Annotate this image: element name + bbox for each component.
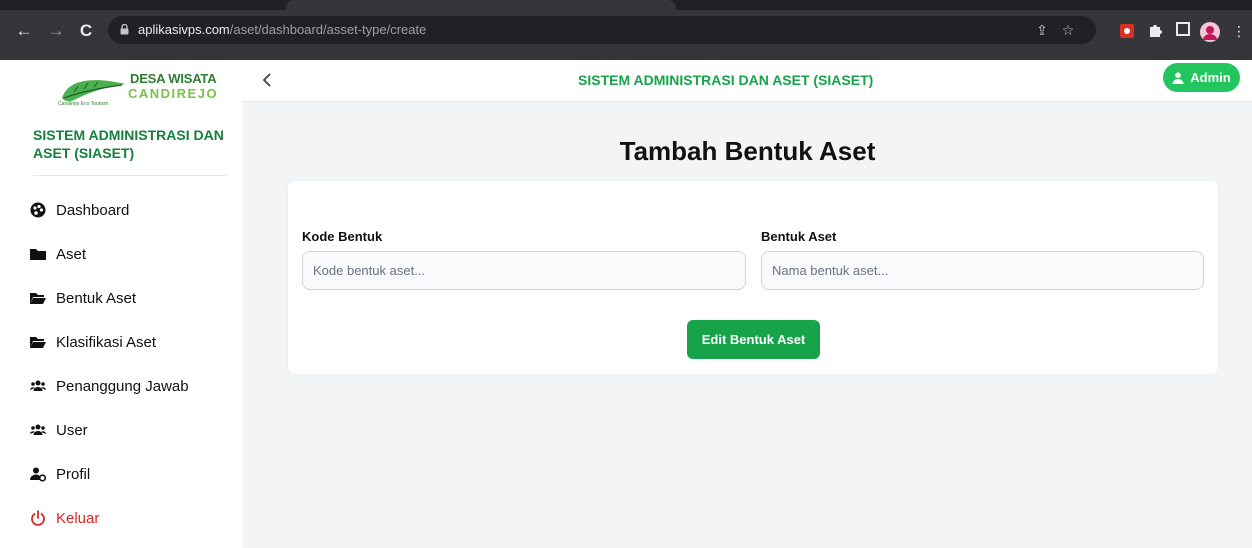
reload-icon[interactable]: C <box>76 21 96 41</box>
admin-user-label: Admin <box>1190 70 1231 85</box>
palette-icon <box>30 202 46 218</box>
sidebar-item-label: Bentuk Aset <box>56 289 137 307</box>
tab-strip <box>0 0 1252 10</box>
url-path: /aset/dashboard/asset-type/create <box>229 22 427 37</box>
sidebar-item-klasifikasi-aset[interactable]: Klasifikasi Aset <box>30 329 230 355</box>
kebab-menu-icon[interactable]: ⋮ <box>1232 22 1246 40</box>
sidebar-item-penanggung-jawab[interactable]: Penanggung Jawab <box>30 373 230 399</box>
page-title: Tambah Bentuk Aset <box>619 136 876 166</box>
folder-icon <box>30 249 46 260</box>
user-gear-icon <box>30 467 46 482</box>
form-card: Kode Bentuk Bentuk Aset Edit Bentuk Aset <box>287 180 1219 375</box>
forward-arrow-icon[interactable]: → <box>46 21 66 41</box>
sidebar-item-keluar[interactable]: Keluar <box>30 505 230 531</box>
collapse-sidebar-chevron-icon[interactable] <box>259 68 275 92</box>
users-icon <box>30 424 46 435</box>
side-panel-icon[interactable] <box>1174 22 1192 40</box>
address-bar[interactable]: aplikasivps.com/aset/dashboard/asset-typ… <box>108 16 1096 44</box>
sidebar-item-label: Penanggung Jawab <box>56 377 189 395</box>
brand-tagline: Candirejo Eco Tourism <box>58 101 109 107</box>
sidebar-item-label: Klasifikasi Aset <box>56 333 157 351</box>
brand-line1: DESA WISATA <box>130 71 217 86</box>
submit-button[interactable]: Edit Bentuk Aset <box>687 320 820 359</box>
header-title: SISTEM ADMINISTRASI DAN ASET (SIASET) <box>578 72 874 88</box>
app-header: SISTEM ADMINISTRASI DAN ASET (SIASET) Ad… <box>243 60 1252 102</box>
sidebar-item-label: Dashboard <box>56 201 130 219</box>
power-icon <box>31 510 45 526</box>
extension-red-icon[interactable] <box>1118 22 1136 40</box>
app: DESA WISATA CANDIREJO Candirejo Eco Tour… <box>0 60 1252 548</box>
name-field-label: Bentuk Aset <box>761 229 837 244</box>
profile-avatar-icon[interactable] <box>1200 22 1220 42</box>
user-icon <box>1172 71 1184 84</box>
sidebar: DESA WISATA CANDIREJO Candirejo Eco Tour… <box>0 60 243 548</box>
folder-open-icon <box>30 337 46 348</box>
url-text: aplikasivps.com/aset/dashboard/asset-typ… <box>138 22 426 37</box>
browser-toolbar: ← → C aplikasivps.com/aset/dashboard/ass… <box>0 10 1252 60</box>
bookmark-star-icon[interactable]: ☆ <box>1060 22 1076 38</box>
leaf-logo-icon <box>62 80 126 102</box>
code-input[interactable] <box>302 251 746 290</box>
sidebar-system-title: SISTEM ADMINISTRASI DAN ASET (SIASET) <box>33 127 224 161</box>
sidebar-divider <box>33 175 226 176</box>
sidebar-item-label: Aset <box>56 245 87 263</box>
sidebar-item-label: Profil <box>56 465 91 483</box>
sidebar-item-label: Keluar <box>56 509 100 527</box>
brand-line2: CANDIREJO <box>128 86 219 101</box>
admin-user-button[interactable]: Admin <box>1163 63 1240 92</box>
browser-chrome: ← → C aplikasivps.com/aset/dashboard/ass… <box>0 0 1252 60</box>
extensions-puzzle-icon[interactable] <box>1146 22 1164 40</box>
code-field-label: Kode Bentuk <box>302 229 383 244</box>
users-icon <box>30 380 46 391</box>
folder-open-icon <box>30 293 46 304</box>
name-input[interactable] <box>761 251 1204 290</box>
sidebar-item-dashboard[interactable]: Dashboard <box>30 197 230 223</box>
browser-tab-active[interactable] <box>286 0 676 10</box>
back-arrow-icon[interactable]: ← <box>14 21 34 41</box>
sidebar-item-user[interactable]: User <box>30 417 230 443</box>
sidebar-item-profil[interactable]: Profil <box>30 461 230 487</box>
share-icon[interactable]: ⇪ <box>1034 22 1050 38</box>
brand-logo[interactable]: DESA WISATA CANDIREJO Candirejo Eco Tour… <box>58 68 220 110</box>
lock-icon <box>120 24 129 35</box>
sidebar-item-bentuk-aset[interactable]: Bentuk Aset <box>30 285 230 311</box>
sidebar-item-aset[interactable]: Aset <box>30 241 230 267</box>
sidebar-item-label: User <box>56 421 88 439</box>
url-host: aplikasivps.com <box>138 22 230 37</box>
